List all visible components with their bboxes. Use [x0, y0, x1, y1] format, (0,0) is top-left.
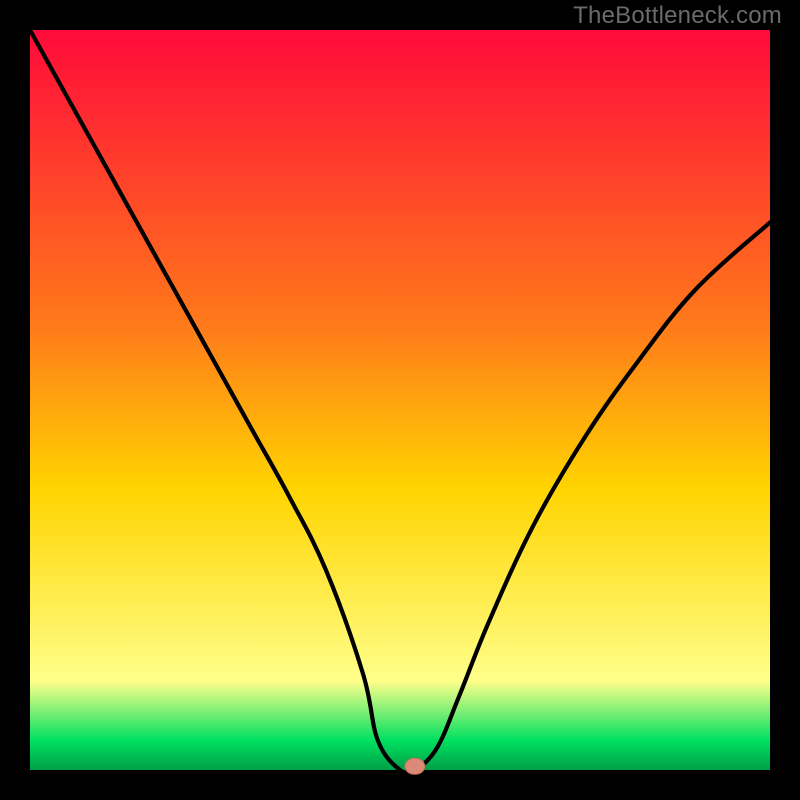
chart-frame: TheBottleneck.com	[0, 0, 800, 800]
bottleneck-chart	[0, 0, 800, 800]
watermark-text: TheBottleneck.com	[573, 2, 782, 30]
optimum-marker	[405, 758, 425, 774]
plot-area	[30, 30, 770, 770]
